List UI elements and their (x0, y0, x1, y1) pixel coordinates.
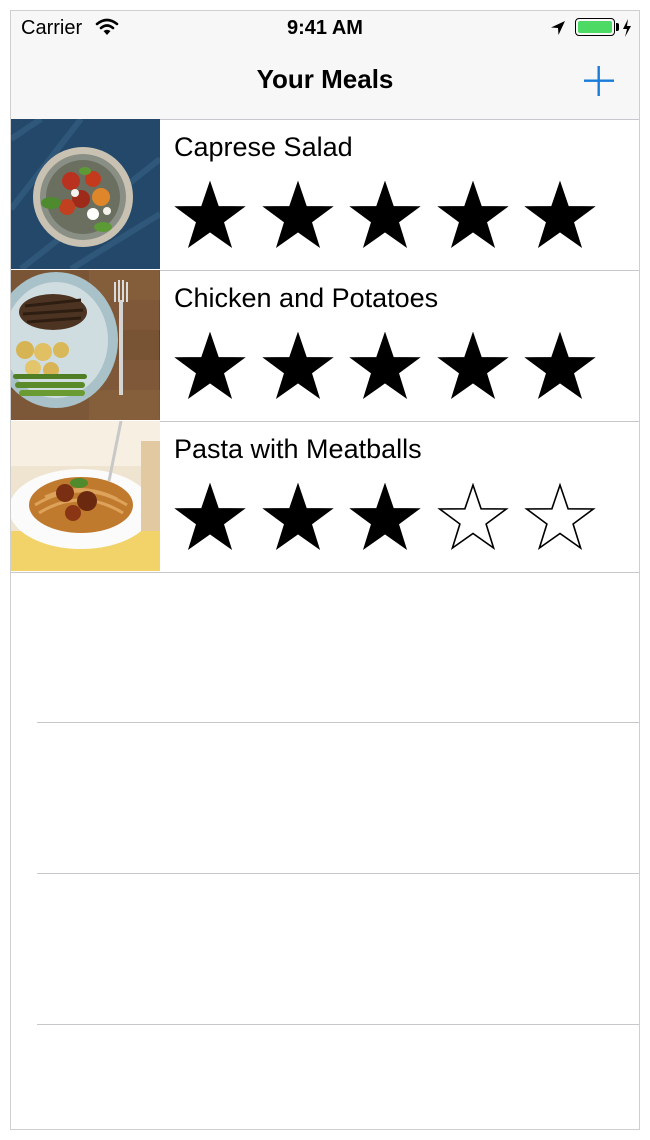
meal-name: Caprese Salad (174, 132, 353, 162)
empty-row-separator (37, 873, 639, 874)
meal-row-chicken-and-potatoes[interactable]: Chicken and Potatoes (11, 270, 639, 422)
filled-star-icon[interactable] (524, 181, 596, 253)
page-title: Your Meals (256, 64, 394, 94)
battery-level (578, 21, 612, 33)
empty-row-separator (37, 722, 639, 723)
caprese-salad-photo (11, 119, 160, 269)
filled-star-icon[interactable] (174, 332, 246, 404)
filled-star-icon[interactable] (524, 332, 596, 404)
add-meal-button[interactable] (581, 63, 617, 99)
battery-tip (616, 23, 619, 31)
charging-bolt-icon (623, 19, 631, 37)
empty-star-icon[interactable] (436, 483, 509, 555)
top-bar: Carrier 9:41 AM Your Meals (11, 11, 639, 120)
chicken-potatoes-photo (11, 270, 160, 420)
status-bar: Carrier 9:41 AM (11, 11, 639, 47)
plus-icon (584, 66, 614, 96)
filled-star-icon[interactable] (174, 483, 246, 555)
filled-star-icon[interactable] (349, 181, 421, 253)
meal-row-caprese-salad[interactable]: Caprese Salad (11, 119, 639, 271)
empty-row-separator (37, 1024, 639, 1025)
location-arrow-icon (551, 21, 565, 35)
battery-icon (575, 18, 615, 36)
meal-name: Pasta with Meatballs (174, 434, 422, 464)
filled-star-icon[interactable] (261, 332, 334, 404)
meal-name: Chicken and Potatoes (174, 283, 439, 313)
filled-star-icon[interactable] (349, 483, 421, 555)
filled-star-icon[interactable] (436, 332, 509, 404)
empty-star-icon[interactable] (524, 483, 596, 555)
filled-star-icon[interactable] (261, 181, 334, 253)
status-time: 9:41 AM (287, 17, 363, 39)
filled-star-icon[interactable] (174, 181, 246, 253)
pasta-meatballs-photo (11, 421, 160, 571)
meal-row-pasta-with-meatballs[interactable]: Pasta with Meatballs (11, 421, 639, 573)
filled-star-icon[interactable] (349, 332, 421, 404)
filled-star-icon[interactable] (261, 483, 334, 555)
filled-star-icon[interactable] (436, 181, 509, 253)
phone-screen: Carrier 9:41 AM Your Meals Caprese Salad… (10, 10, 640, 1130)
